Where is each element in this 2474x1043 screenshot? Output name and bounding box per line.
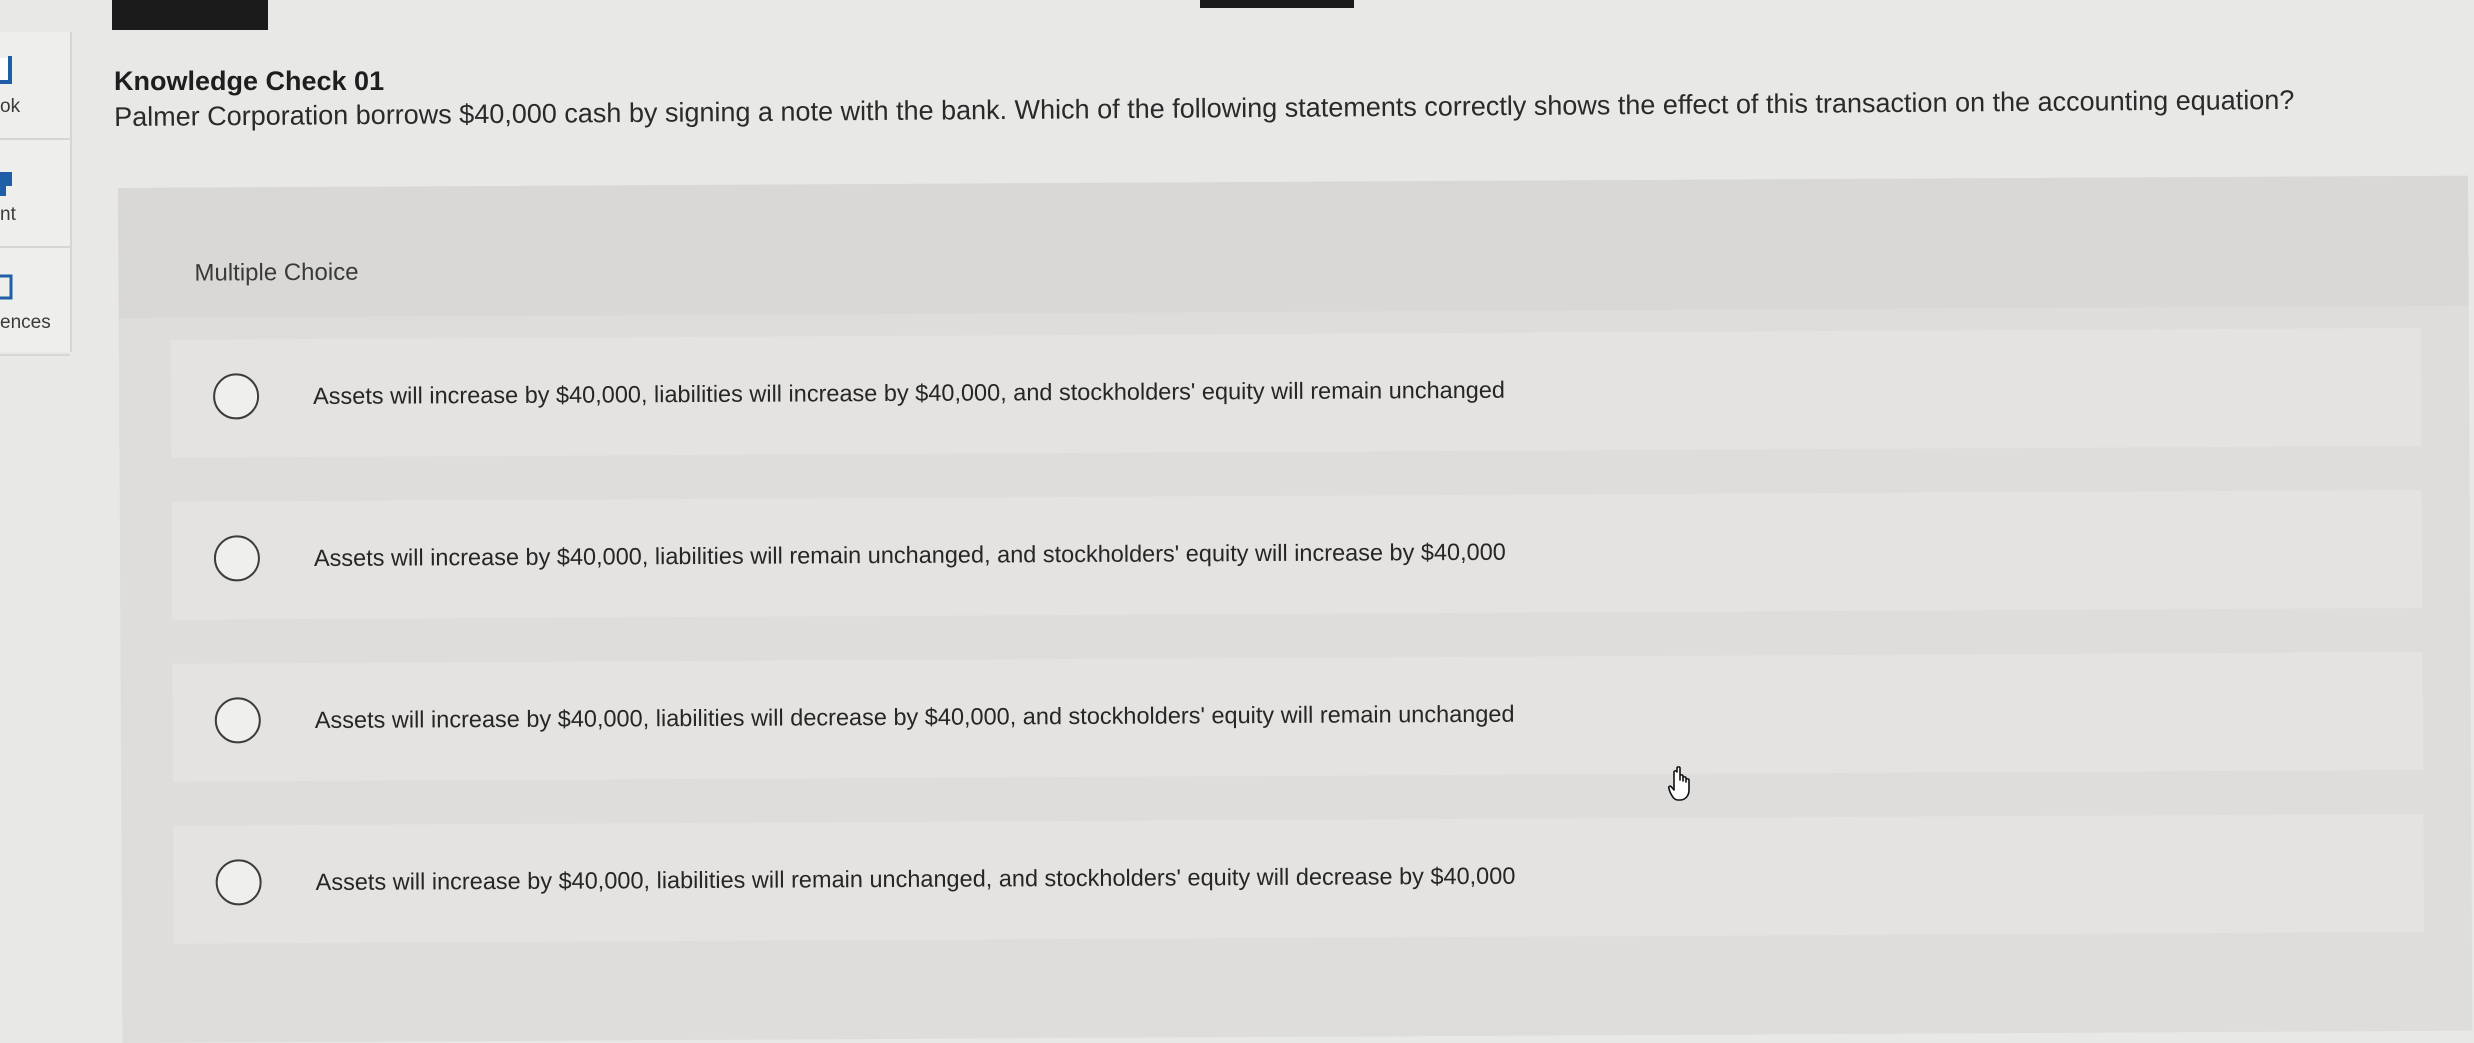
answer-option-3[interactable]: Assets will increase by $40,000, liabili… [172, 651, 2424, 782]
top-bar-dark-left [112, 0, 268, 30]
answer-panel: Multiple Choice Assets will increase by … [118, 175, 2473, 1043]
answer-option-label: Assets will increase by $40,000, liabili… [314, 700, 1515, 733]
sidebar-item-references[interactable]: ences [0, 248, 70, 356]
sidebar-item-print[interactable]: nt [0, 140, 70, 248]
question-text: Palmer Corporation borrows $40,000 cash … [114, 84, 2295, 132]
sidebar-item-ebook[interactable]: ok [0, 32, 70, 140]
question-type-label: Multiple Choice [194, 258, 359, 287]
sidebar-item-label: ok [0, 96, 21, 117]
answer-panel-header: Multiple Choice [118, 175, 2469, 318]
answer-option-label: Assets will increase by $40,000, liabili… [315, 862, 1516, 895]
question-title: Knowledge Check 01 [114, 66, 385, 96]
radio-button[interactable] [214, 697, 261, 744]
sidebar-item-label: ences [0, 312, 51, 333]
print-icon [0, 172, 12, 196]
sidebar: ok nt ences [0, 32, 72, 356]
answer-option-2[interactable]: Assets will increase by $40,000, liabili… [171, 489, 2423, 620]
radio-button[interactable] [212, 373, 260, 420]
book-icon [0, 56, 12, 84]
answer-option-label: Assets will increase by $40,000, liabili… [313, 376, 1506, 409]
answer-option-label: Assets will increase by $40,000, liabili… [313, 538, 1506, 571]
top-bar-dark-right [1200, 0, 1354, 8]
document-icon [0, 274, 13, 300]
radio-button[interactable] [215, 859, 262, 906]
radio-button[interactable] [213, 535, 261, 582]
answer-option-1[interactable]: Assets will increase by $40,000, liabili… [170, 327, 2422, 458]
sidebar-item-label: nt [0, 204, 16, 225]
hand-pointer-icon [1668, 766, 1690, 801]
answer-option-4[interactable]: Assets will increase by $40,000, liabili… [173, 813, 2424, 944]
